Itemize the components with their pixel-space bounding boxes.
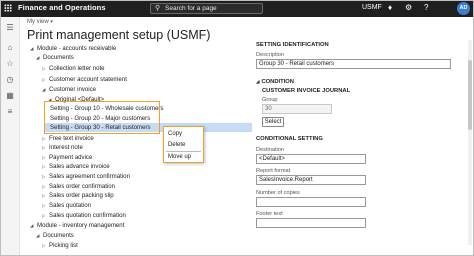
collapse-triangle-icon[interactable]: ◢ [30,44,37,53]
report-format-label: Report format [256,168,291,174]
collapse-triangle-icon: ◢ [256,79,260,84]
app-launcher-grid-icon[interactable] [4,4,12,12]
context-menu-move-up[interactable]: Move up [168,153,191,161]
description-label: Description [256,52,284,58]
top-bar: Finance and Operations ⚲ Search for a pa… [0,0,474,17]
tree-node[interactable]: ▷ Picking list [42,241,78,250]
tree-node[interactable]: ◢ Documents [36,231,74,240]
expand-triangle-icon[interactable]: ▷ [42,211,49,220]
company-picker[interactable]: USMF [362,4,382,11]
tree-node[interactable]: ▷ Sales advance invoice [42,162,110,171]
group-label: Group [262,97,278,103]
tree-node[interactable]: ▷ Payment advice [42,153,92,162]
list-icon[interactable]: ≡ [5,107,15,117]
conditional-setting-header: CONDITIONAL SETTING [256,136,323,142]
condition-header[interactable]: ◢ CONDITION [256,79,294,85]
settings-highlight-box [44,101,160,134]
expand-triangle-icon[interactable]: ▷ [42,162,49,171]
destination-label: Destination [256,147,284,153]
destination-field[interactable]: <Default> [256,154,366,164]
footer-text-field[interactable] [256,218,366,228]
expand-triangle-icon[interactable]: ▷ [42,75,49,84]
clock-icon[interactable]: ◷ [5,75,15,85]
number-of-copies-label: Number of copies [256,190,300,196]
search-box[interactable]: ⚲ Search for a page [150,3,263,14]
expand-triangle-icon[interactable]: ▷ [42,153,49,162]
help-icon[interactable]: ? [424,3,428,13]
search-placeholder: Search for a page [165,5,217,12]
collapse-triangle-icon[interactable]: ◢ [30,221,37,230]
report-format-field[interactable]: SalesInvoice.Report [256,175,366,185]
app-title[interactable]: Finance and Operations [18,3,106,12]
expand-triangle-icon[interactable]: ▷ [42,134,49,143]
tree-node[interactable]: ◢ Module - inventory management [30,221,124,230]
tree-node[interactable]: ▷ Collection letter note [42,64,105,73]
breadcrumb-label: My view [27,19,49,25]
tree-node[interactable]: ◢ Documents [36,53,74,62]
collapse-triangle-icon[interactable]: ◢ [36,231,43,240]
footer-text-label: Footer text [256,211,283,217]
description-field[interactable]: Group 30 - Retail customers [256,59,451,69]
hamburger-icon[interactable]: ☰ [5,23,15,33]
tree-node[interactable]: ▷ Interest note [42,143,83,152]
vertical-scrollbar[interactable] [468,40,472,245]
expand-triangle-icon[interactable]: ▷ [42,143,49,152]
expand-triangle-icon[interactable]: ▷ [42,201,49,210]
tree-node[interactable]: ▷ Customer account statement [42,75,127,84]
expand-triangle-icon[interactable]: ▷ [42,64,49,73]
expand-triangle-icon[interactable]: ▷ [42,191,49,200]
select-button[interactable]: Select [262,117,284,127]
tree-node[interactable]: ◢ Module - accounts receivable [30,44,116,53]
breadcrumb[interactable]: My view ▾ [27,19,53,25]
modules-icon[interactable]: ▦ [5,91,15,101]
context-menu: Copy Delete Move up [163,126,204,163]
collapse-triangle-icon[interactable]: ◢ [36,53,43,62]
expand-triangle-icon[interactable]: ▷ [42,241,49,250]
scrollbar-thumb[interactable] [468,60,472,130]
page-title: Print management setup (USMF) [27,28,211,42]
tree-node[interactable]: ▷ Sales order packing slip [42,191,114,200]
chevron-down-icon: ▾ [50,19,53,25]
number-of-copies-field[interactable] [256,197,366,207]
setting-identification-header: SETTING IDENTIFICATION [256,42,329,48]
tree-node[interactable]: ◢ Customer invoice [42,85,96,94]
group-field[interactable]: 30 [262,104,332,114]
context-menu-delete[interactable]: Delete [168,141,185,149]
collapse-triangle-icon[interactable]: ◢ [42,85,49,94]
home-icon[interactable]: ⌂ [5,43,15,53]
tree-node[interactable]: ▷ Sales agreement confirmation [42,172,130,181]
tree-node[interactable]: ▷ Sales quotation [42,201,91,210]
context-menu-copy[interactable]: Copy [168,130,182,138]
avatar[interactable]: AD [457,2,470,15]
customer-invoice-journal-header: CUSTOMER INVOICE JOURNAL [262,88,351,94]
search-icon: ⚲ [155,5,161,12]
tree-node[interactable]: ▷ Sales quotation confirmation [42,211,126,220]
left-nav: ☰ ⌂ ☆ ◷ ▦ ≡ [0,17,20,256]
gear-icon[interactable]: ⚙ [405,3,412,13]
tree-node[interactable]: ▷ Sales order confirmation [42,182,115,191]
star-icon[interactable]: ☆ [5,59,15,69]
expand-triangle-icon[interactable]: ▷ [42,182,49,191]
context-menu-divider [166,151,201,152]
bell-icon[interactable]: ♦ [388,3,392,13]
expand-triangle-icon[interactable]: ▷ [42,172,49,181]
tree-node[interactable]: ▷ Free text invoice [42,134,94,143]
